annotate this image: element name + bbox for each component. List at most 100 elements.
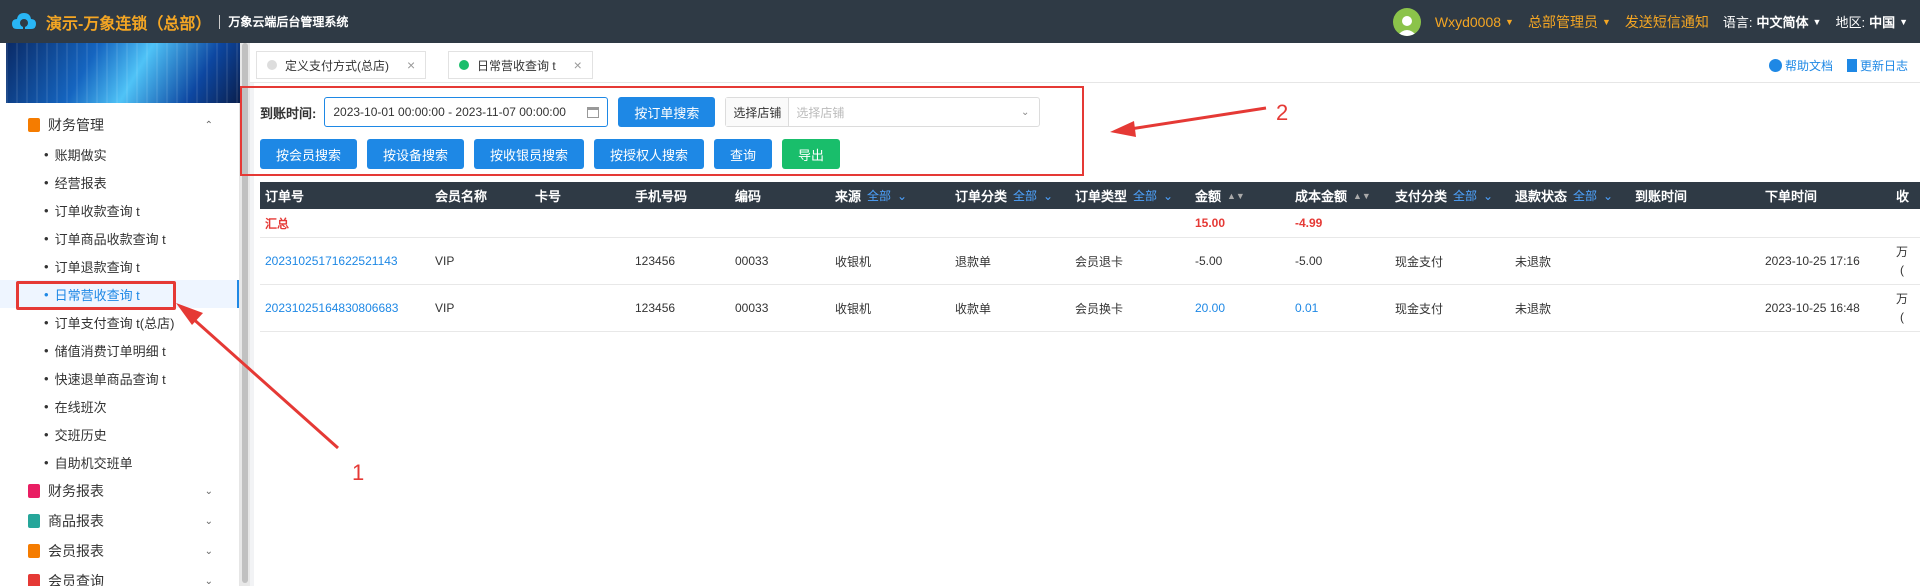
annotation-number-1: 1 bbox=[352, 460, 365, 485]
menu-group-finance-reports[interactable]: 财务报表 ⌄ bbox=[0, 476, 239, 506]
sidebar-item[interactable]: • 储值消费订单明细 t bbox=[0, 336, 239, 364]
menu-group-product-reports[interactable]: 商品报表 ⌄ bbox=[0, 506, 239, 536]
col-refund-status[interactable]: 退款状态 全部 ⌄ bbox=[1515, 182, 1613, 209]
menu-group-member-query[interactable]: 会员查询 ⌄ bbox=[0, 566, 239, 586]
region-selector[interactable]: 地区: 中国 ▼ bbox=[1835, 12, 1908, 31]
col-label: 卡号 bbox=[535, 189, 562, 204]
sidebar-item[interactable]: • 在线班次 bbox=[0, 392, 239, 420]
user-icon bbox=[1396, 15, 1417, 36]
date-range-input[interactable]: 2023-10-01 00:00:00 - 2023-11-07 00:00:0… bbox=[324, 97, 609, 127]
chevron-down-icon: ⌄ bbox=[204, 515, 213, 527]
cashier-id: ( bbox=[1900, 310, 1904, 324]
order-type: 会员退卡 bbox=[1075, 254, 1124, 269]
bullet-icon: • bbox=[44, 314, 49, 330]
chevron-down-icon: ▼ bbox=[1899, 16, 1908, 27]
order-type: 会员换卡 bbox=[1075, 301, 1124, 316]
col-label: 手机号码 bbox=[635, 189, 688, 204]
bullet-icon: • bbox=[44, 370, 49, 386]
col-order-category[interactable]: 订单分类 全部 ⌄ bbox=[955, 182, 1053, 209]
device-search-button[interactable]: 按设备搜索 bbox=[367, 139, 464, 169]
order-number-link[interactable]: 20231025171622521143 bbox=[265, 238, 398, 284]
col-label: 下单时间 bbox=[1765, 189, 1818, 204]
sidebar-item[interactable]: • 快速退单商品查询 t bbox=[0, 364, 239, 392]
col-amount[interactable]: 金额 ▲▼ bbox=[1195, 182, 1245, 209]
chevron-down-icon: ⌄ bbox=[204, 575, 213, 586]
query-button[interactable]: 查询 bbox=[714, 139, 772, 169]
col-source[interactable]: 来源 全部 ⌄ bbox=[835, 182, 907, 209]
cloud-logo-icon bbox=[12, 12, 36, 31]
filter-all-label: 全部 bbox=[1013, 189, 1038, 203]
order-number-link[interactable]: 20231025164830806683 bbox=[265, 285, 398, 331]
sidebar-item[interactable]: • 订单支付查询 t(总店) bbox=[0, 308, 239, 336]
col-cost-amount[interactable]: 成本金额 ▲▼ bbox=[1295, 182, 1371, 209]
tab-label: 日常营收查询 t bbox=[477, 58, 556, 73]
avatar[interactable] bbox=[1392, 7, 1421, 36]
chevron-down-icon: ⌄ bbox=[204, 485, 213, 497]
username-dropdown[interactable]: Wxyd0008 ▼ bbox=[1435, 14, 1514, 30]
sidebar-item-label: 经营报表 bbox=[54, 175, 107, 191]
role-dropdown[interactable]: 总部管理员 ▼ bbox=[1528, 12, 1611, 32]
export-button[interactable]: 导出 bbox=[782, 139, 840, 169]
sidebar-item[interactable]: • 订单收款查询 t bbox=[0, 196, 239, 224]
authorizer-search-button[interactable]: 按授权人搜索 bbox=[594, 139, 704, 169]
order-category: 退款单 bbox=[955, 254, 992, 269]
cashier-search-button[interactable]: 按收银员搜索 bbox=[474, 139, 584, 169]
col-cashier: 收 bbox=[1896, 182, 1909, 209]
col-order-no: 订单号 bbox=[265, 182, 304, 209]
menu-group-label: 会员报表 bbox=[48, 543, 104, 559]
sidebar-item[interactable]: • 订单退款查询 t bbox=[0, 252, 239, 280]
order-search-button[interactable]: 按订单搜索 bbox=[618, 97, 716, 127]
sidebar-item[interactable]: • 交班历史 bbox=[0, 420, 239, 448]
member-name: VIP bbox=[435, 301, 455, 315]
app-title: 演示-万象连锁（总部） bbox=[46, 15, 212, 33]
filter-row-2: 按会员搜索 按设备搜索 按收银员搜索 按授权人搜索 查询 导出 bbox=[260, 139, 840, 169]
sms-notice-link[interactable]: 发送短信通知 bbox=[1625, 12, 1709, 32]
member-search-button[interactable]: 按会员搜索 bbox=[260, 139, 357, 169]
finance-icon bbox=[28, 118, 40, 132]
help-docs-link[interactable]: ? 帮助文档 bbox=[1768, 57, 1833, 74]
bullet-icon: • bbox=[44, 398, 49, 414]
filter-row-1: 到账时间: 2023-10-01 00:00:00 - 2023-11-07 0… bbox=[260, 97, 1041, 127]
col-pay-category[interactable]: 支付分类 全部 ⌄ bbox=[1395, 182, 1493, 209]
order-time: 2023-10-25 16:48 bbox=[1765, 301, 1860, 315]
filter-all-label: 全部 bbox=[1453, 189, 1478, 203]
sidebar-item-label: 自助机交班单 bbox=[54, 455, 133, 471]
chevron-down-icon: ⌄ bbox=[1163, 188, 1174, 203]
sidebar-item[interactable]: • 自助机交班单 bbox=[0, 448, 239, 476]
system-name: 万象云端后台管理系统 bbox=[228, 15, 349, 29]
chevron-down-icon: ⌄ bbox=[204, 545, 213, 557]
sidebar-item[interactable]: • 订单商品收款查询 t bbox=[0, 224, 239, 252]
col-label: 支付分类 bbox=[1395, 189, 1448, 204]
sidebar-item[interactable]: • 经营报表 bbox=[0, 168, 239, 196]
col-label: 成本金额 bbox=[1295, 189, 1348, 204]
menu-group-finance-management[interactable]: 财务管理 ⌃ bbox=[0, 110, 239, 140]
bullet-icon: • bbox=[44, 202, 49, 218]
cashier-name: 万 bbox=[1896, 292, 1909, 306]
bullet-icon: • bbox=[44, 342, 49, 358]
code: 00033 bbox=[735, 254, 769, 268]
cashier-cell: 万( bbox=[1896, 285, 1908, 331]
bullet-icon: • bbox=[44, 174, 49, 190]
menu-group-member-reports[interactable]: 会员报表 ⌄ bbox=[0, 536, 239, 566]
tab-links: ? 帮助文档 更新日志 bbox=[1768, 57, 1908, 74]
menu-group-label: 商品报表 bbox=[48, 513, 104, 529]
title-divider bbox=[219, 14, 221, 29]
tab-payment-methods[interactable]: 定义支付方式(总店) × bbox=[256, 51, 427, 79]
language-value: 中文简体 bbox=[1756, 15, 1809, 30]
order-time: 2023-10-25 17:16 bbox=[1765, 254, 1860, 268]
menu-group-label: 会员查询 bbox=[48, 573, 104, 586]
store-select-placeholder: 选择店铺 bbox=[796, 105, 845, 120]
table-row[interactable]: 20231025164830806683 VIP 123456 00033 收银… bbox=[260, 285, 1920, 332]
col-order-type[interactable]: 订单类型 全部 ⌄ bbox=[1075, 182, 1173, 209]
close-icon[interactable]: × bbox=[407, 57, 415, 73]
sidebar-item[interactable]: • 账期做实 bbox=[0, 140, 239, 168]
language-selector[interactable]: 语言: 中文简体 ▼ bbox=[1723, 12, 1822, 31]
cashier-id: ( bbox=[1900, 263, 1904, 277]
summary-cost: -4.99 bbox=[1295, 216, 1323, 230]
close-icon[interactable]: × bbox=[574, 57, 582, 73]
tab-daily-revenue[interactable]: 日常营收查询 t × bbox=[448, 51, 593, 79]
changelog-link[interactable]: 更新日志 bbox=[1846, 57, 1908, 74]
store-select[interactable]: 选择店铺 选择店铺 ⌄ bbox=[725, 97, 1041, 127]
amount: 20.00 bbox=[1195, 301, 1226, 315]
table-row[interactable]: 20231025171622521143 VIP 123456 00033 收银… bbox=[260, 238, 1920, 285]
